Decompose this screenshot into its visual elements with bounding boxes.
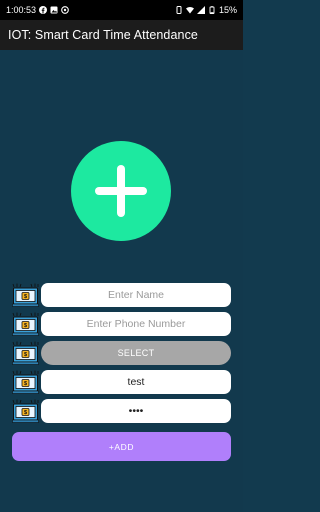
- app-title: IOT: Smart Card Time Attendance: [8, 28, 198, 42]
- add-button[interactable]: +ADD: [12, 432, 231, 461]
- password-row: $: [12, 399, 231, 423]
- plus-icon: [95, 165, 147, 217]
- name-row: $: [12, 283, 231, 307]
- add-button-label: +ADD: [108, 441, 135, 452]
- app-bar: IOT: Smart Card Time Attendance: [0, 20, 243, 50]
- at-icon: [61, 6, 69, 14]
- status-bar: 1:00:53 15%: [0, 0, 243, 20]
- svg-text:$: $: [24, 381, 27, 387]
- username-input[interactable]: [41, 370, 231, 394]
- image-icon: [50, 6, 58, 14]
- status-time: 1:00:53: [6, 5, 37, 15]
- card-reader-icon: $: [12, 312, 39, 336]
- wifi-icon: [185, 6, 194, 14]
- svg-text:$: $: [24, 294, 27, 300]
- card-reader-icon: $: [12, 341, 39, 365]
- card-reader-icon: $: [12, 370, 39, 394]
- select-button-label: SELECT: [117, 348, 155, 358]
- name-input[interactable]: [41, 283, 231, 307]
- svg-text:$: $: [24, 410, 27, 416]
- signal-icon: [196, 6, 205, 14]
- phone-input[interactable]: [41, 312, 231, 336]
- svg-text:$: $: [24, 323, 27, 329]
- card-reader-icon: $: [12, 399, 39, 423]
- vibrate-icon: [176, 6, 182, 14]
- username-row: $: [12, 370, 231, 394]
- facebook-icon: [39, 6, 48, 14]
- add-photo-button[interactable]: [71, 141, 171, 241]
- phone-row: $: [12, 312, 231, 336]
- select-row: $ SELECT: [12, 341, 231, 365]
- svg-text:$: $: [24, 352, 27, 358]
- battery-percent: 15%: [218, 5, 237, 15]
- battery-icon: [209, 6, 215, 14]
- app-screen: 1:00:53 15% IOT: Smart Card Time Attenda…: [0, 0, 243, 512]
- card-reader-icon: $: [12, 283, 39, 307]
- password-input[interactable]: [41, 399, 231, 423]
- select-button[interactable]: SELECT: [41, 341, 231, 365]
